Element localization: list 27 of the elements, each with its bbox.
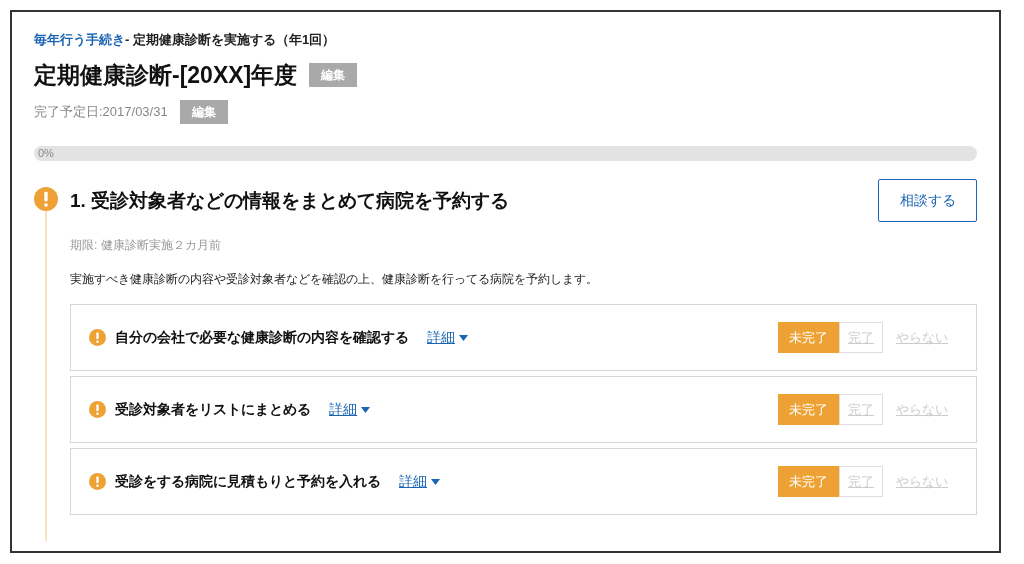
status-toggle[interactable]: 未完了 [778,322,839,353]
caret-icon [361,406,370,413]
caret-icon [431,478,440,485]
breadcrumb-link[interactable]: 毎年行う手続き [34,30,125,50]
progress-label: 0% [38,146,54,161]
edit-button[interactable]: 編集 [179,100,228,124]
due-date: 完了予定日:2017/03/31 [34,103,168,122]
consult-button[interactable]: 相談する [878,179,977,222]
details-link[interactable]: 詳細 [329,399,370,420]
deadline-text: 期限: 健康診断実施２カ月前 [70,237,222,254]
warning-icon [89,473,106,490]
warning-icon [89,401,106,418]
edit-button[interactable]: 編集 [309,62,358,87]
warning-icon [89,329,106,346]
section-title: 1. 受診対象者などの情報をまとめて病院を予約する [70,189,510,213]
status-toggle[interactable]: 未完了 [778,466,839,497]
task-title: 受診をする病院に見積もりと予約を入れる [115,472,381,491]
page-title: 定期健康診断-[20XX]年度 [34,60,298,90]
task-title: 受診対象者をリストにまとめる [115,400,311,419]
caret-icon [459,334,468,341]
breadcrumb-text: - 定期健康診断を実施する（年1回） [125,31,336,49]
task-title: 自分の会社で必要な健康診断の内容を確認する [115,328,409,347]
details-link[interactable]: 詳細 [399,471,440,492]
description-text: 実施すべき健康診断の内容や受診対象者などを確認の上、健康診断を行ってる病院を予約します。 [70,271,599,288]
details-link[interactable]: 詳細 [427,327,468,348]
warning-icon [34,187,58,211]
status-toggle[interactable]: 未完了 [778,394,839,425]
